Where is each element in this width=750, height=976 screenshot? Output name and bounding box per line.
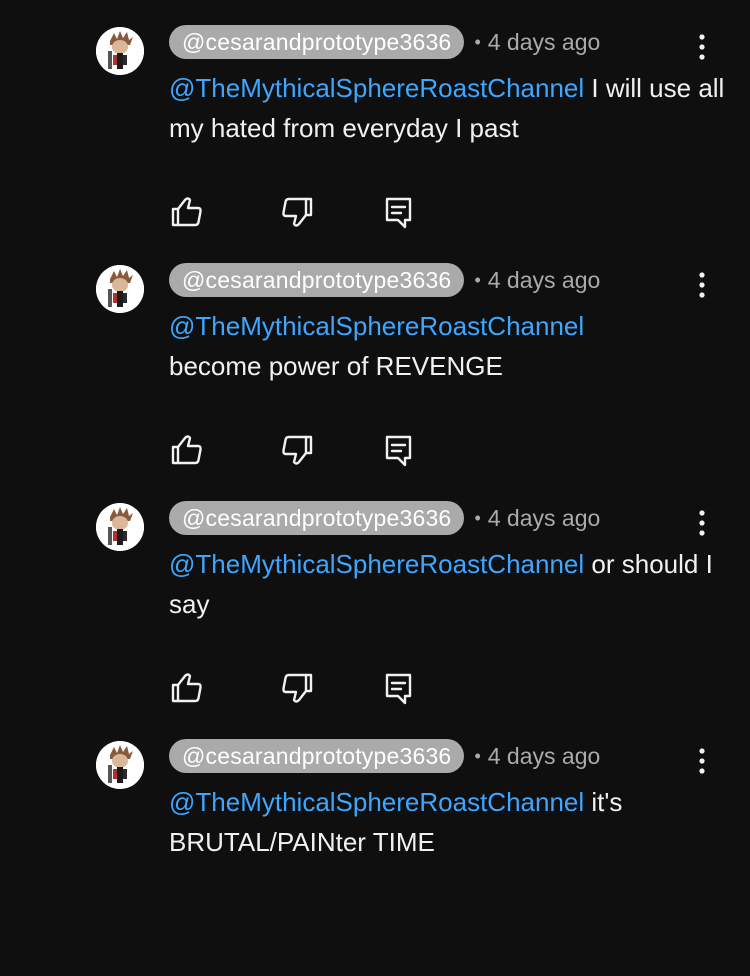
more-vertical-icon xyxy=(699,34,705,60)
more-options-button[interactable] xyxy=(690,746,714,776)
avatar-icon xyxy=(96,265,144,313)
avatar[interactable] xyxy=(96,741,144,789)
thumbs-up-icon xyxy=(171,673,202,703)
thumbs-up-icon xyxy=(171,435,202,465)
comment-meta: @cesarandprototype3636 • 4 days ago xyxy=(169,500,600,536)
thumbs-down-icon xyxy=(282,673,313,703)
comment-item: @cesarandprototype3636 • 4 days ago @The… xyxy=(0,24,750,262)
like-button[interactable] xyxy=(169,194,205,230)
reply-button[interactable] xyxy=(381,432,417,468)
comment-text: @TheMythicalSphereRoastChannel become po… xyxy=(169,306,729,386)
more-vertical-icon xyxy=(699,510,705,536)
comment-timestamp[interactable]: 4 days ago xyxy=(488,505,601,532)
mention-link[interactable]: @TheMythicalSphereRoastChannel xyxy=(169,549,584,579)
more-vertical-icon xyxy=(699,748,705,774)
mention-link[interactable]: @TheMythicalSphereRoastChannel xyxy=(169,787,584,817)
avatar-icon xyxy=(96,503,144,551)
author-handle-chip[interactable]: @cesarandprototype3636 xyxy=(169,739,465,773)
comment-item: @cesarandprototype3636 • 4 days ago @The… xyxy=(0,738,750,976)
reply-icon xyxy=(385,435,412,467)
author-handle-chip[interactable]: @cesarandprototype3636 xyxy=(169,25,465,59)
comment-meta: @cesarandprototype3636 • 4 days ago xyxy=(169,262,600,298)
reply-button[interactable] xyxy=(381,194,417,230)
comment-text: @TheMythicalSphereRoastChannel I will us… xyxy=(169,68,729,148)
dislike-button[interactable] xyxy=(279,432,315,468)
avatar-icon xyxy=(96,27,144,75)
comment-item: @cesarandprototype3636 • 4 days ago @The… xyxy=(0,500,750,738)
thumbs-up-icon xyxy=(171,197,202,227)
avatar[interactable] xyxy=(96,503,144,551)
author-handle-chip[interactable]: @cesarandprototype3636 xyxy=(169,501,465,535)
comment-meta: @cesarandprototype3636 • 4 days ago xyxy=(169,738,600,774)
comment-meta: @cesarandprototype3636 • 4 days ago xyxy=(169,24,600,60)
dislike-button[interactable] xyxy=(279,194,315,230)
comment-timestamp[interactable]: 4 days ago xyxy=(488,29,601,56)
mention-link[interactable]: @TheMythicalSphereRoastChannel xyxy=(169,73,584,103)
meta-separator: • xyxy=(474,269,481,290)
meta-separator: • xyxy=(474,745,481,766)
reply-button[interactable] xyxy=(381,670,417,706)
comment-text: @TheMythicalSphereRoastChannel or should… xyxy=(169,544,729,624)
author-handle-chip[interactable]: @cesarandprototype3636 xyxy=(169,263,465,297)
comment-body-text: become power of REVENGE xyxy=(169,351,503,381)
dislike-button[interactable] xyxy=(279,670,315,706)
meta-separator: • xyxy=(474,507,481,528)
avatar[interactable] xyxy=(96,265,144,313)
thumbs-down-icon xyxy=(282,197,313,227)
mention-link[interactable]: @TheMythicalSphereRoastChannel xyxy=(169,311,584,341)
more-options-button[interactable] xyxy=(690,270,714,300)
meta-separator: • xyxy=(474,31,481,52)
thumbs-down-icon xyxy=(282,435,313,465)
avatar[interactable] xyxy=(96,27,144,75)
more-vertical-icon xyxy=(699,272,705,298)
comment-item: @cesarandprototype3636 • 4 days ago @The… xyxy=(0,262,750,500)
avatar-icon xyxy=(96,741,144,789)
like-button[interactable] xyxy=(169,432,205,468)
comment-timestamp[interactable]: 4 days ago xyxy=(488,267,601,294)
more-options-button[interactable] xyxy=(690,32,714,62)
reply-icon xyxy=(385,197,412,229)
like-button[interactable] xyxy=(169,670,205,706)
more-options-button[interactable] xyxy=(690,508,714,538)
comment-timestamp[interactable]: 4 days ago xyxy=(488,743,601,770)
reply-icon xyxy=(385,673,412,705)
comment-text: @TheMythicalSphereRoastChannel it's BRUT… xyxy=(169,782,729,862)
